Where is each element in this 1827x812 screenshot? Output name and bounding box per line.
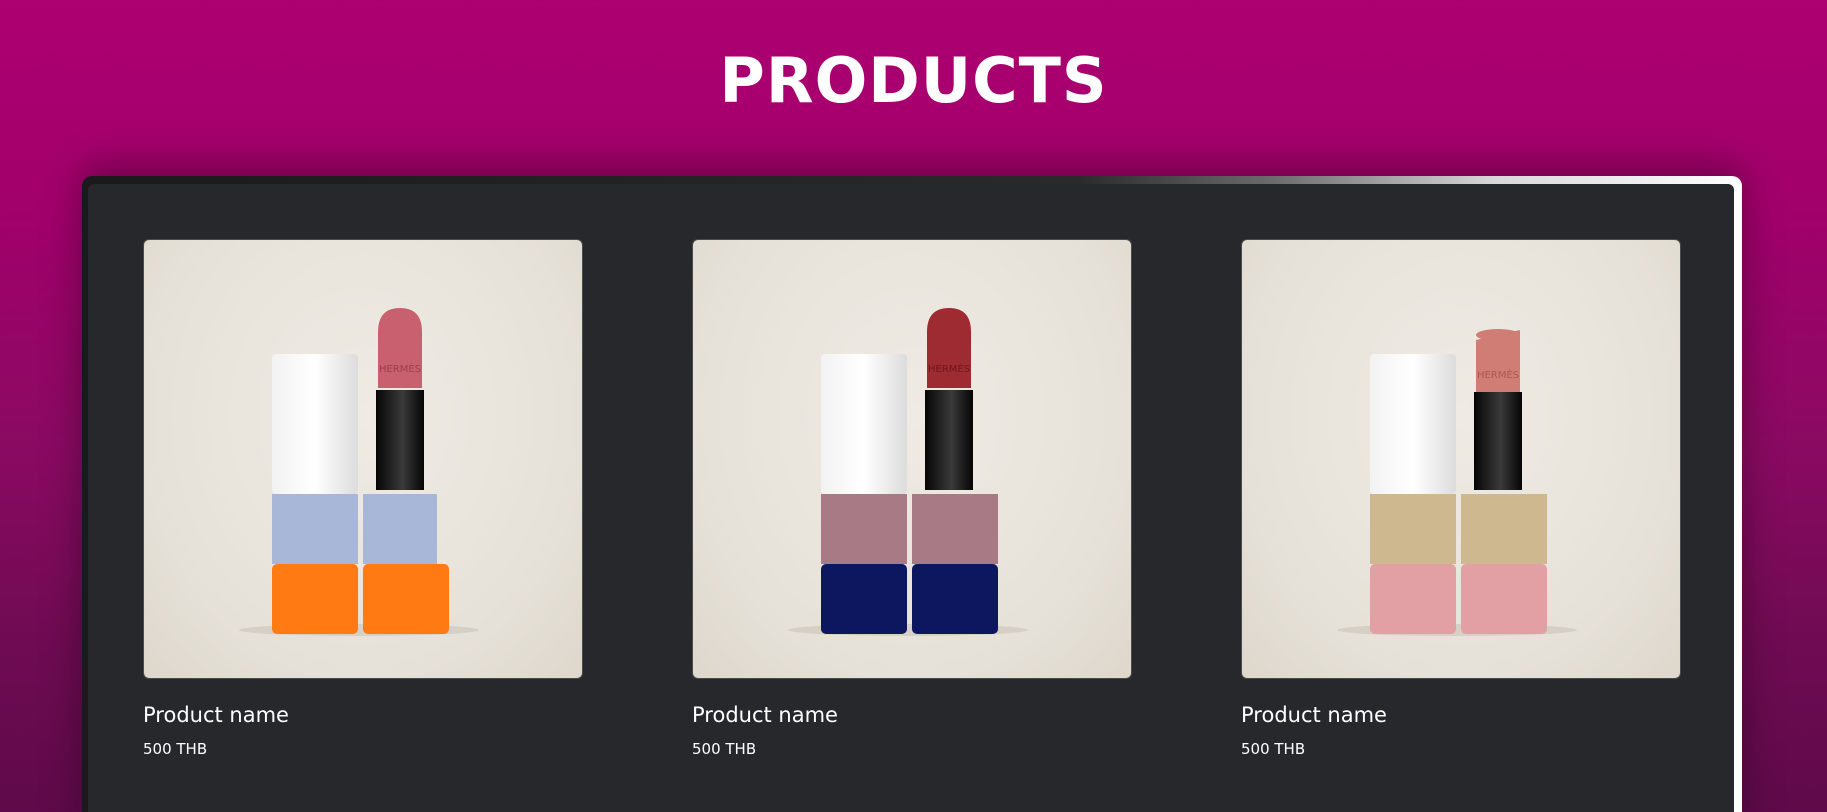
product-card-3[interactable]: HERMÈS Product name 500 THB [1241, 239, 1681, 759]
product-card-1[interactable]: HERMÈS Product name 500 THB [143, 239, 583, 759]
svg-text:HERMÈS: HERMÈS [1477, 368, 1519, 381]
product-name[interactable]: Product name [143, 701, 583, 729]
product-price: 500 THB [143, 740, 208, 758]
svg-text:HERMÈS: HERMÈS [379, 362, 421, 375]
product-price: 500 THB [1241, 740, 1306, 758]
page-title: PRODUCTS [719, 44, 1108, 117]
product-image-3[interactable]: HERMÈS [1241, 239, 1681, 679]
product-name[interactable]: Product name [692, 701, 1132, 729]
lipstick-illustration: HERMÈS [239, 308, 479, 636]
product-name[interactable]: Product name [1241, 701, 1681, 729]
product-image-2[interactable]: HERMÈS [692, 239, 1132, 679]
lipstick-illustration: HERMÈS [1337, 329, 1577, 636]
product-image-1[interactable]: HERMÈS [143, 239, 583, 679]
svg-text:HERMÈS: HERMÈS [928, 362, 970, 375]
product-grid: HERMÈS Product name 500 THB HERMÈS Produ… [88, 184, 1734, 812]
lipstick-illustration: HERMÈS [788, 308, 1028, 636]
product-price: 500 THB [692, 740, 757, 758]
product-card-2[interactable]: HERMÈS Product name 500 THB [692, 239, 1132, 759]
